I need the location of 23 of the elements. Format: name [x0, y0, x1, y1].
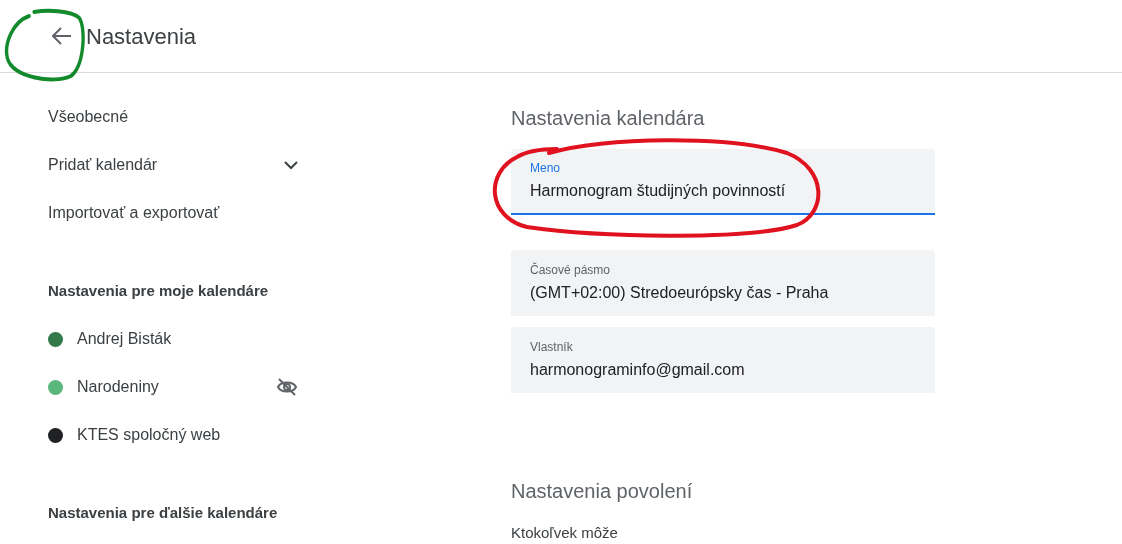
section-title: Nastavenia kalendára: [511, 106, 706, 131]
section-heading: Nastavenia pre ďalšie kalendáre: [48, 502, 279, 523]
calendar-link[interactable]: Narodeniny: [77, 375, 159, 399]
page-title: Nastavenia: [86, 22, 197, 51]
text-field[interactable]: Časové pásmo (GMT+02:00) Stredoeurópsky čas - Praha: [511, 250, 935, 316]
text-input[interactable]: harmonograminfo@gmail.com: [530, 358, 916, 382]
field-label: Vlastník: [530, 339, 574, 356]
sidebar-link[interactable]: Pridať kalendár: [48, 153, 158, 177]
text-field[interactable]: Meno Harmonogram študijných povinností: [511, 149, 935, 215]
text-field[interactable]: Vlastník harmonograminfo@gmail.com: [511, 327, 935, 393]
sidebar-link[interactable]: Importovať a exportovať: [48, 201, 220, 225]
section-heading: Nastavenia pre moje kalendáre: [48, 280, 270, 301]
calendar-link[interactable]: KTES spoločný web: [77, 423, 221, 447]
field-label: Časové pásmo: [530, 261, 612, 279]
back-arrow-icon: [52, 27, 72, 45]
text-input[interactable]: (GMT+02:00) Stredoeurópsky čas - Praha: [530, 281, 916, 305]
text-input[interactable]: Harmonogram študijných povinností: [530, 179, 916, 203]
sidebar-link[interactable]: Všeobecné: [48, 105, 129, 129]
field-label: Meno: [530, 160, 562, 177]
permission-label: Ktokoľvek môže: [511, 523, 619, 543]
eye-off-icon[interactable]: [276, 377, 298, 397]
section-title: Nastavenia povolení: [511, 479, 694, 504]
calendar-link[interactable]: Andrej Bisták: [77, 327, 172, 351]
